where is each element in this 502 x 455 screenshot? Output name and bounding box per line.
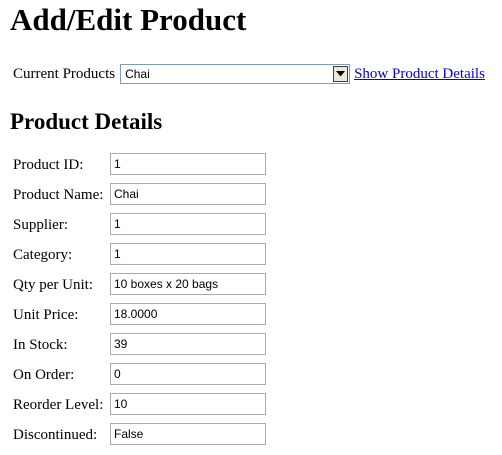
page-title: Add/Edit Product [10,2,247,37]
category-label: Category: [13,247,73,263]
product-name-input[interactable] [110,183,266,205]
unit-price-input[interactable] [110,303,266,325]
reorder-level-input[interactable] [110,393,266,415]
field-row-unit-price: Unit Price: [13,303,273,325]
current-products-selected-value: Chai [125,67,150,81]
field-row-product-name: Product Name: [13,183,273,205]
current-products-label: Current Products [13,65,116,82]
add-edit-product-page: Add/Edit Product Current Products Chai S… [0,0,502,455]
field-row-reorder-level: Reorder Level: [13,393,273,415]
product-name-label: Product Name: [13,187,104,203]
supplier-input[interactable] [110,213,266,235]
product-id-label: Product ID: [13,157,84,173]
supplier-label: Supplier: [13,217,68,233]
field-row-on-order: On Order: [13,363,273,385]
field-row-supplier: Supplier: [13,213,273,235]
field-row-product-id: Product ID: [13,153,273,175]
qty-per-unit-label: Qty per Unit: [13,277,93,293]
dropdown-arrow-button[interactable] [333,66,349,82]
qty-per-unit-input[interactable] [110,273,266,295]
unit-price-label: Unit Price: [13,307,79,323]
current-products-select[interactable]: Chai [120,64,351,84]
on-order-label: On Order: [13,367,75,383]
product-details-heading: Product Details [10,109,163,134]
discontinued-input[interactable] [110,423,266,445]
category-input[interactable] [110,243,266,265]
reorder-level-label: Reorder Level: [13,397,104,413]
discontinued-label: Discontinued: [13,427,98,443]
in-stock-input[interactable] [110,333,266,355]
show-product-details-link[interactable]: Show Product Details [354,66,485,83]
field-row-qty-per-unit: Qty per Unit: [13,273,273,295]
on-order-input[interactable] [110,363,266,385]
field-row-in-stock: In Stock: [13,333,273,355]
field-row-discontinued: Discontinued: [13,423,273,445]
chevron-down-icon [336,71,346,77]
in-stock-label: In Stock: [13,337,68,353]
product-id-input[interactable] [110,153,266,175]
field-row-category: Category: [13,243,273,265]
product-selector-row: Current Products Chai Show Product Detai… [13,63,485,85]
